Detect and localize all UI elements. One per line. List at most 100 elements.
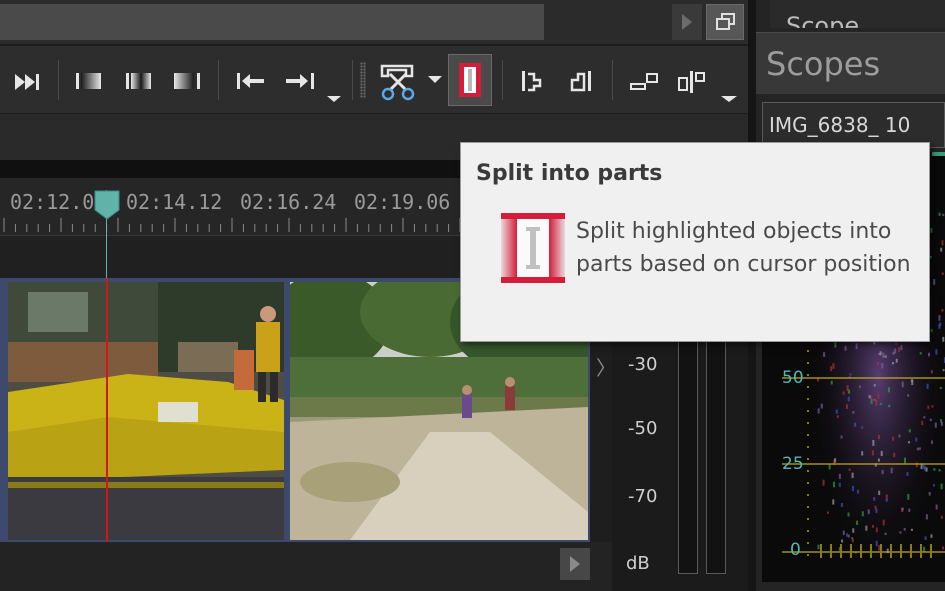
scope-sample [890, 467, 893, 474]
scope-sample [875, 400, 878, 406]
scope-sample [852, 528, 855, 533]
scope-sample [851, 538, 854, 543]
fade-in-button[interactable] [74, 56, 104, 104]
scope-sample [879, 402, 882, 406]
scope-sample [871, 525, 874, 528]
ruler-label: 02:19.06 [354, 190, 451, 214]
tooltip-title: Split into parts [476, 161, 663, 186]
scope-sample [873, 384, 876, 387]
snap-options-dropdown[interactable] [718, 56, 740, 104]
playhead-handle[interactable] [94, 190, 120, 220]
trim-start-button[interactable] [518, 56, 546, 104]
cross-fade-button[interactable] [124, 56, 154, 104]
scope-sample [851, 485, 854, 492]
scope-sample [894, 348, 897, 354]
scope-sample [940, 421, 943, 426]
scope-sample [861, 426, 864, 429]
scope-sample [941, 272, 944, 275]
scope-sample [933, 279, 936, 285]
scope-sample [915, 437, 918, 442]
restore-window-button[interactable] [706, 4, 744, 40]
scope-sample [834, 458, 837, 463]
scope-sample [927, 405, 930, 409]
scope-sample [908, 429, 911, 433]
scope-sample [851, 472, 854, 479]
scope-sample [938, 315, 941, 321]
scope-sample [939, 386, 942, 390]
scope-sample [833, 481, 836, 488]
video-clip-1[interactable] [8, 282, 284, 540]
snap-button[interactable] [676, 56, 710, 104]
scopes-tab-label: Scope [786, 12, 860, 28]
jump-to-end-icon [15, 74, 39, 90]
scope-sample [911, 379, 914, 386]
scope-sample [842, 391, 845, 395]
split-into-parts-icon [459, 63, 481, 97]
fade-out-button[interactable] [172, 56, 202, 104]
scope-tick [840, 544, 842, 558]
scope-sample [817, 544, 820, 550]
scope-sample [923, 466, 926, 471]
scope-sample [940, 419, 943, 423]
scope-sample [882, 352, 885, 358]
toolbar-separator [502, 60, 503, 100]
next-marker-button[interactable] [284, 56, 318, 104]
scopes-tab[interactable]: Scope [770, 0, 945, 28]
toolbar-grip[interactable] [360, 62, 366, 98]
scope-sample [933, 468, 936, 471]
cut-button[interactable] [378, 56, 418, 104]
cut-options-dropdown[interactable] [426, 56, 444, 104]
scope-scale-label: 0 [790, 540, 801, 560]
scope-tick [850, 544, 852, 558]
scope-sample [930, 370, 933, 374]
scope-sample [884, 532, 887, 536]
scope-sample [840, 435, 843, 439]
scope-sample [941, 240, 944, 246]
scope-sample [847, 512, 850, 517]
scope-tick [820, 544, 822, 558]
previous-marker-button[interactable] [234, 56, 268, 104]
scope-sample [817, 408, 820, 414]
scope-sample [873, 497, 876, 501]
toolbar-separator [612, 60, 613, 100]
scope-sample [875, 527, 878, 533]
scope-sample [852, 411, 855, 414]
scope-sample [891, 361, 894, 365]
timeline-scroll-right-button[interactable] [560, 548, 590, 580]
scope-sample [901, 381, 904, 388]
cross-fade-icon [126, 73, 151, 89]
scope-sample [925, 514, 928, 520]
chevron-right-icon [570, 556, 580, 572]
chevron-down-icon [721, 96, 737, 102]
scope-sample [907, 493, 910, 500]
scope-sample [822, 479, 825, 486]
tooltip: Split into parts Split highlighted objec… [460, 142, 930, 342]
trim-end-button[interactable] [566, 56, 594, 104]
time-ruler[interactable]: 02:12.00 02:14.12 02:16.24 02:19.06 [0, 178, 460, 236]
scope-sample [841, 539, 844, 543]
scope-sample [868, 394, 871, 399]
insert-marker-button[interactable] [628, 56, 662, 104]
meter-channel-left [678, 330, 698, 574]
scope-sample [910, 528, 913, 531]
scope-tick [910, 544, 912, 558]
scopes-source-value: IMG_6838_ 10 [769, 113, 911, 137]
scope-sample [916, 447, 919, 451]
meter-label: -70 [628, 486, 658, 507]
scope-sample [908, 508, 911, 512]
scope-sample [834, 342, 837, 348]
scope-sample [878, 490, 881, 496]
playhead-icon [94, 190, 120, 220]
jump-to-end-button[interactable] [12, 56, 44, 104]
scope-sample [835, 409, 838, 414]
scope-sample [921, 420, 924, 426]
split-into-parts-button[interactable] [448, 54, 492, 106]
scopes-header: Scopes [756, 32, 945, 94]
scope-sample [826, 511, 829, 514]
marker-options-dropdown[interactable] [324, 56, 344, 104]
scroll-right-button[interactable] [672, 4, 702, 40]
toolbar-separator [58, 60, 59, 100]
scope-sample [918, 447, 921, 450]
meter-label: -50 [628, 418, 658, 439]
top-scroll-track[interactable] [0, 4, 544, 40]
